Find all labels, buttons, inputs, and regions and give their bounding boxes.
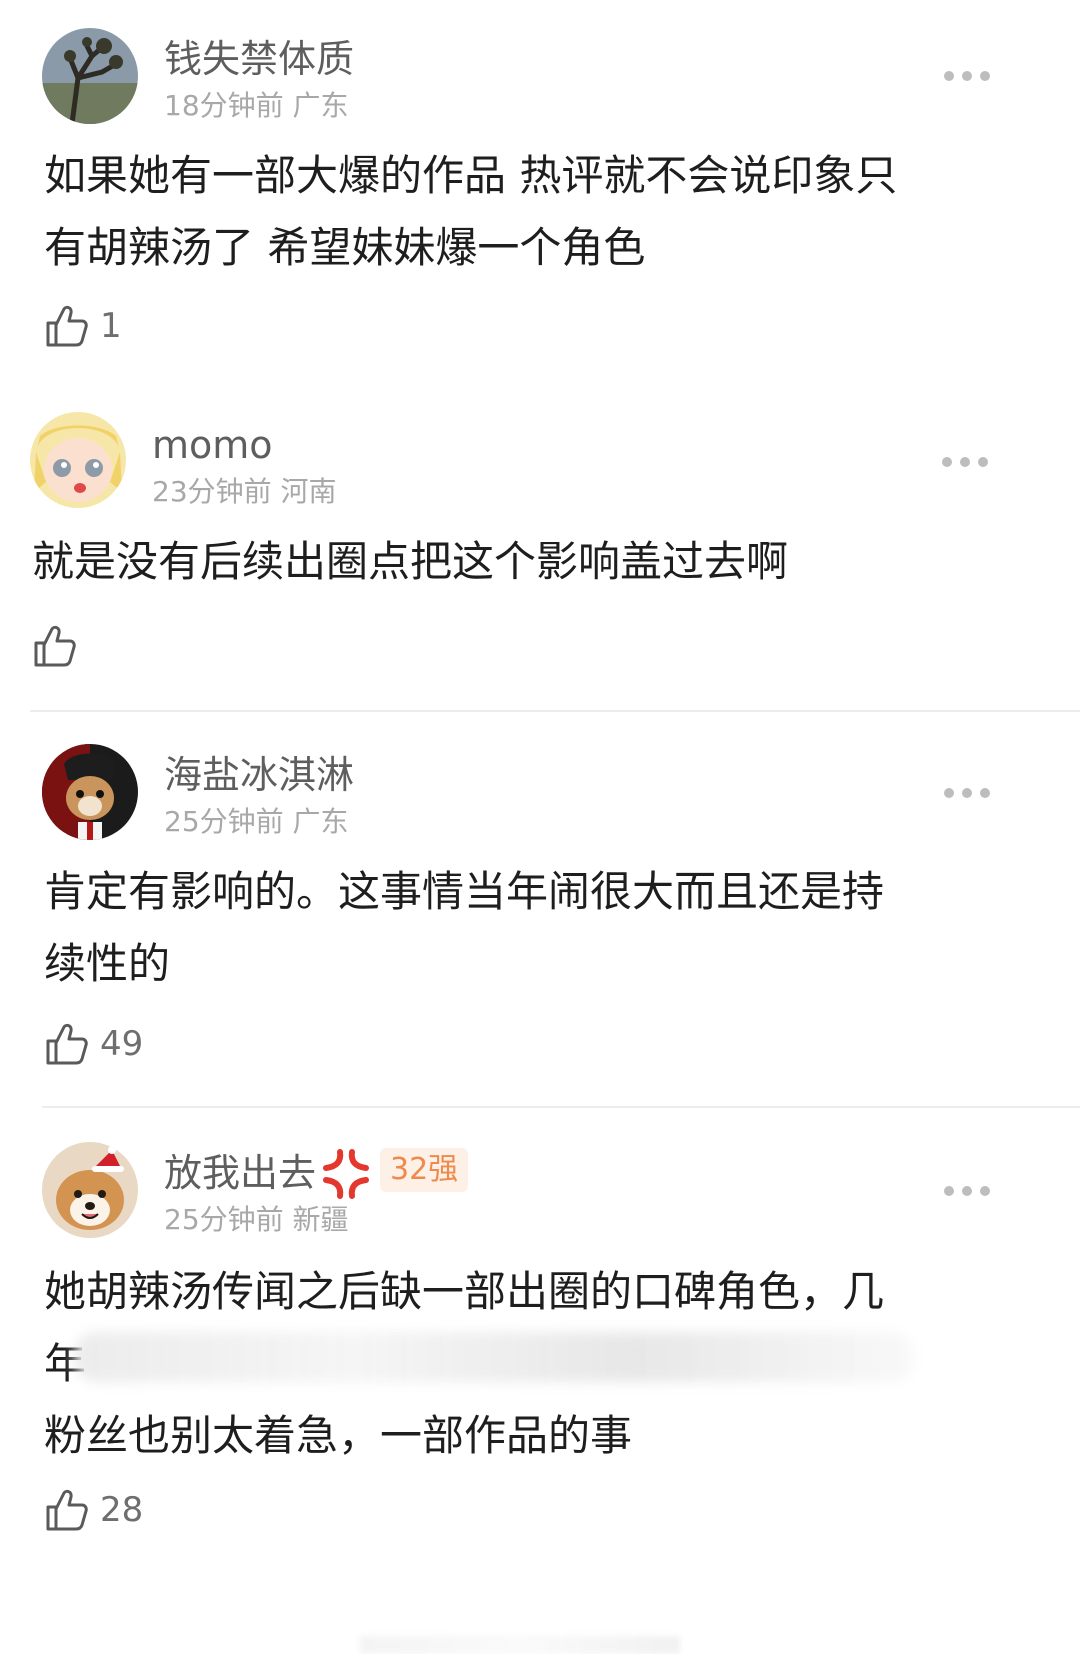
shiba-dog-avatar-icon[interactable] <box>42 1142 138 1238</box>
thumbs-up-icon <box>44 1487 88 1533</box>
comment-text-line: 如果她有一部大爆的作品 热评就不会说印象只 <box>44 151 898 200</box>
username[interactable]: 钱失禁体质 <box>164 40 354 78</box>
comment-text-line: 续性的 <box>44 939 171 988</box>
comment-text: 如果她有一部大爆的作品 热评就不会说印象只 有胡辣汤了 希望妹妹爆一个角色 <box>44 140 897 284</box>
like-count: 28 <box>100 1490 144 1530</box>
comment-meta: 23分钟前 河南 <box>152 478 337 506</box>
like-button[interactable] <box>32 622 88 670</box>
comment-text-line: 她胡辣汤传闻之后缺一部出圈的口碑角色，几 <box>44 1267 885 1316</box>
more-options-button[interactable] <box>942 455 988 469</box>
like-button[interactable]: 49 <box>44 1020 143 1068</box>
comment-text: 肯定有影响的。这事情当年闹很大而且还是持 续性的 <box>44 856 884 1000</box>
username[interactable]: 海盐冰淇淋 <box>164 756 354 794</box>
comment-location: 河南 <box>280 475 337 508</box>
thumbs-up-icon <box>44 303 88 349</box>
thumbs-up-icon <box>32 623 76 669</box>
comment-time: 23分钟前 <box>152 475 272 508</box>
like-button[interactable]: 28 <box>44 1486 143 1534</box>
comment-location: 广东 <box>292 805 349 838</box>
comment-meta: 25分钟前 广东 <box>164 808 349 836</box>
username[interactable]: momo <box>152 426 273 464</box>
comment-time: 25分钟前 <box>164 805 284 838</box>
rank-badge: 32强 <box>380 1148 469 1192</box>
watermark <box>360 1636 680 1654</box>
more-options-button[interactable] <box>944 786 990 800</box>
like-count: 1 <box>100 306 122 346</box>
comment-text-line: 肯定有影响的。这事情当年闹很大而且还是持 <box>44 867 885 916</box>
username[interactable]: 放我出去 <box>164 1154 316 1192</box>
cartoon-dog-avatar-icon[interactable] <box>42 744 138 840</box>
angry-vein-icon <box>323 1149 369 1199</box>
like-button[interactable]: 1 <box>44 302 122 350</box>
comment-text-line: 就是没有后续出圈点把这个影响盖过去啊 <box>32 537 789 586</box>
comment-meta: 25分钟前 新疆 <box>164 1206 349 1234</box>
comment-text-line: 粉丝也别太着急，一部作品的事 <box>44 1411 633 1460</box>
more-options-button[interactable] <box>944 1184 990 1198</box>
divider <box>42 1106 1080 1108</box>
thumbs-up-icon <box>44 1021 88 1067</box>
comment-location: 新疆 <box>292 1203 349 1236</box>
comment-meta: 18分钟前 广东 <box>164 92 349 120</box>
comment-time: 25分钟前 <box>164 1203 284 1236</box>
comment-text-line: 有胡辣汤了 希望妹妹爆一个角色 <box>44 223 646 272</box>
comment-time: 18分钟前 <box>164 89 284 122</box>
comment-text: 就是没有后续出圈点把这个影响盖过去啊 <box>32 526 788 598</box>
like-count: 49 <box>100 1024 144 1064</box>
comment-location: 广东 <box>292 89 349 122</box>
divider <box>30 710 1080 712</box>
more-options-button[interactable] <box>944 69 990 83</box>
anime-girl-avatar-icon[interactable] <box>30 412 126 508</box>
redaction-blur <box>74 1332 914 1382</box>
tree-avatar-icon[interactable] <box>42 28 138 124</box>
